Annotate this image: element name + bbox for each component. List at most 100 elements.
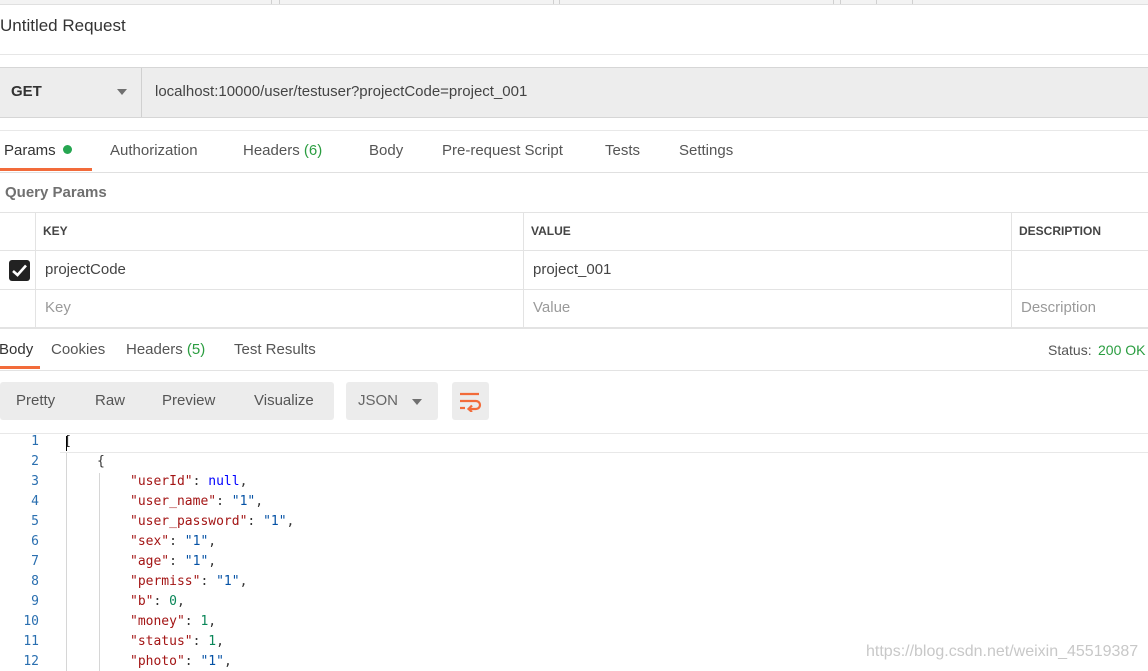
json-value: "1" (184, 554, 209, 569)
json-key: "age" (130, 554, 170, 569)
line-number: 8 (31, 574, 39, 589)
column-header-description: DESCRIPTION (1019, 224, 1102, 238)
bracket: { (97, 454, 105, 469)
code-line: { (97, 454, 105, 469)
indent-guide (99, 473, 100, 671)
tab-divider (279, 0, 280, 4)
format-select[interactable]: JSON (346, 382, 438, 420)
view-pretty-button[interactable]: Pretty (16, 392, 55, 409)
divider (0, 54, 1148, 55)
watermark: https://blog.csdn.net/weixin_45519387 (866, 643, 1139, 660)
param-value-cell[interactable]: project_001 (533, 261, 611, 278)
param-enabled-checkbox[interactable] (9, 260, 30, 281)
wrap-lines-button[interactable] (452, 382, 489, 420)
code-line: "status": 1, (130, 634, 224, 649)
response-editor[interactable]: 1 [2 {3 "userId": null, 4 "user_name": "1", 5 "… (0, 433, 1148, 671)
column-header-key: KEY (43, 224, 68, 238)
query-params-table: KEY VALUE DESCRIPTION projectCode projec… (0, 212, 1148, 328)
tab-response-headers[interactable]: Headers (5) (126, 341, 205, 358)
format-label: JSON (358, 392, 399, 409)
line-number: 10 (23, 614, 39, 629)
code-line: [ (64, 434, 72, 449)
method-select[interactable]: GET (0, 68, 142, 117)
wrap-lines-icon (460, 392, 482, 412)
json-value: "1" (263, 514, 287, 529)
line-number: 4 (31, 494, 39, 509)
url-input[interactable]: localhost:10000/user/testuser?projectCod… (155, 83, 527, 100)
line-number: 6 (31, 534, 39, 549)
code-line: "money": 1, (130, 614, 217, 629)
bracket: [ (64, 434, 72, 449)
tab-tests-label: Tests (605, 142, 641, 159)
json-value: 0 (169, 594, 177, 609)
table-border (0, 250, 1148, 251)
check-icon (12, 264, 27, 277)
tab-divider (833, 0, 834, 4)
json-key: "permiss" (130, 574, 201, 589)
line-number: 5 (31, 514, 39, 529)
tab-params-label: Params (4, 142, 56, 159)
tab-pre-request-script[interactable]: Pre-request Script (442, 142, 563, 159)
table-border (0, 289, 1148, 290)
request-url-bar: GET localhost:10000/user/testuser?projec… (0, 67, 1148, 118)
tab-divider (912, 0, 913, 4)
line-number: 2 (31, 454, 39, 469)
json-value: "1" (231, 494, 256, 509)
status-value[interactable]: 200 OK (1098, 342, 1145, 358)
indent-guide (66, 453, 67, 671)
code-line: "age": "1", (130, 554, 217, 569)
tab-cookies[interactable]: Cookies (51, 341, 105, 358)
code-line: "userId": null, (130, 474, 248, 489)
line-number: 1 (31, 434, 39, 449)
tab-body-label: Body (369, 142, 404, 159)
tab-authorization-label: Authorization (110, 142, 198, 159)
code-line: "photo": "1", (130, 654, 232, 669)
column-header-value: VALUE (531, 224, 571, 238)
tab-params[interactable]: Params (4, 142, 72, 159)
tab-divider (876, 0, 877, 4)
line-number: 11 (23, 634, 39, 649)
json-key: "b" (130, 594, 154, 609)
response-tabs: Body Cookies Headers (5) Test Results St… (0, 328, 1148, 371)
json-key: "user_name" (130, 494, 217, 509)
tab-tests[interactable]: Tests (605, 142, 640, 159)
active-tab-underline (0, 366, 40, 369)
json-value: 1 (200, 614, 209, 629)
table-border (35, 212, 36, 328)
request-tabs: Params Authorization Headers (6) Body Pr… (0, 130, 1148, 173)
tab-response-body[interactable]: Body (0, 341, 33, 358)
tab-divider (553, 0, 554, 4)
view-preview-button[interactable]: Preview (162, 392, 215, 409)
method-label: GET (11, 83, 42, 100)
tab-settings[interactable]: Settings (679, 142, 733, 159)
code-line: "sex": "1", (130, 534, 217, 549)
json-value: "1" (200, 654, 224, 669)
chevron-down-icon (117, 89, 127, 95)
table-border (523, 212, 524, 328)
json-key: "money" (130, 614, 185, 629)
json-value: null (208, 474, 240, 489)
param-key-cell[interactable]: projectCode (45, 261, 126, 278)
tab-headers[interactable]: Headers (6) (243, 142, 322, 159)
view-visualize-button[interactable]: Visualize (254, 392, 314, 409)
code-line: "permiss": "1", (130, 574, 248, 589)
line-number: 9 (31, 594, 39, 609)
tab-body[interactable]: Body (369, 142, 403, 159)
response-headers-count: (5) (186, 341, 206, 358)
tab-divider (559, 0, 560, 4)
code-line: "user_password": "1", (130, 514, 295, 529)
json-key: "sex" (130, 534, 170, 549)
new-description-input[interactable]: Description (1021, 299, 1096, 316)
view-raw-button[interactable]: Raw (95, 392, 125, 409)
tab-divider (840, 0, 841, 4)
tab-authorization[interactable]: Authorization (110, 142, 198, 159)
json-key: "status" (130, 634, 193, 649)
json-key: "user_password" (130, 514, 248, 529)
tab-headers-label: Headers (243, 142, 300, 159)
view-mode-group: Pretty Raw Preview Visualize (0, 382, 334, 420)
new-value-input[interactable]: Value (533, 299, 570, 316)
json-key: "userId" (130, 474, 193, 489)
tab-test-results[interactable]: Test Results (234, 341, 316, 358)
request-title[interactable]: Untitled Request (0, 16, 126, 36)
new-key-input[interactable]: Key (45, 299, 71, 316)
